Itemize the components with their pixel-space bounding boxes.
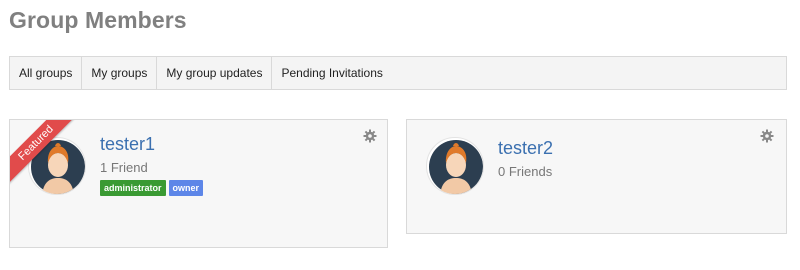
friend-count: 1 Friend — [100, 160, 148, 175]
group-nav-tabs: All groups My groups My group updates Pe… — [9, 56, 787, 90]
tab-my-group-updates[interactable]: My group updates — [157, 57, 273, 89]
member-name-link[interactable]: tester1 — [100, 133, 155, 155]
avatar-icon[interactable] — [426, 137, 484, 195]
member-card: tester1 1 Friend administrator owner Fea… — [9, 119, 388, 248]
gear-icon[interactable] — [363, 129, 377, 143]
friend-count: 0 Friends — [498, 164, 553, 179]
avatar-icon[interactable] — [28, 137, 86, 195]
tab-my-groups[interactable]: My groups — [82, 57, 158, 89]
tab-all-groups[interactable]: All groups — [10, 57, 83, 89]
role-badges: administrator owner — [100, 180, 204, 196]
administrator-badge: administrator — [100, 180, 166, 196]
member-name-link[interactable]: tester2 — [498, 137, 553, 159]
tab-pending-invitations[interactable]: Pending Invitations — [272, 57, 391, 89]
page-title: Group Members — [9, 7, 187, 33]
owner-badge: owner — [168, 180, 204, 196]
gear-icon[interactable] — [760, 129, 774, 143]
member-card: tester2 0 Friends — [406, 119, 787, 234]
